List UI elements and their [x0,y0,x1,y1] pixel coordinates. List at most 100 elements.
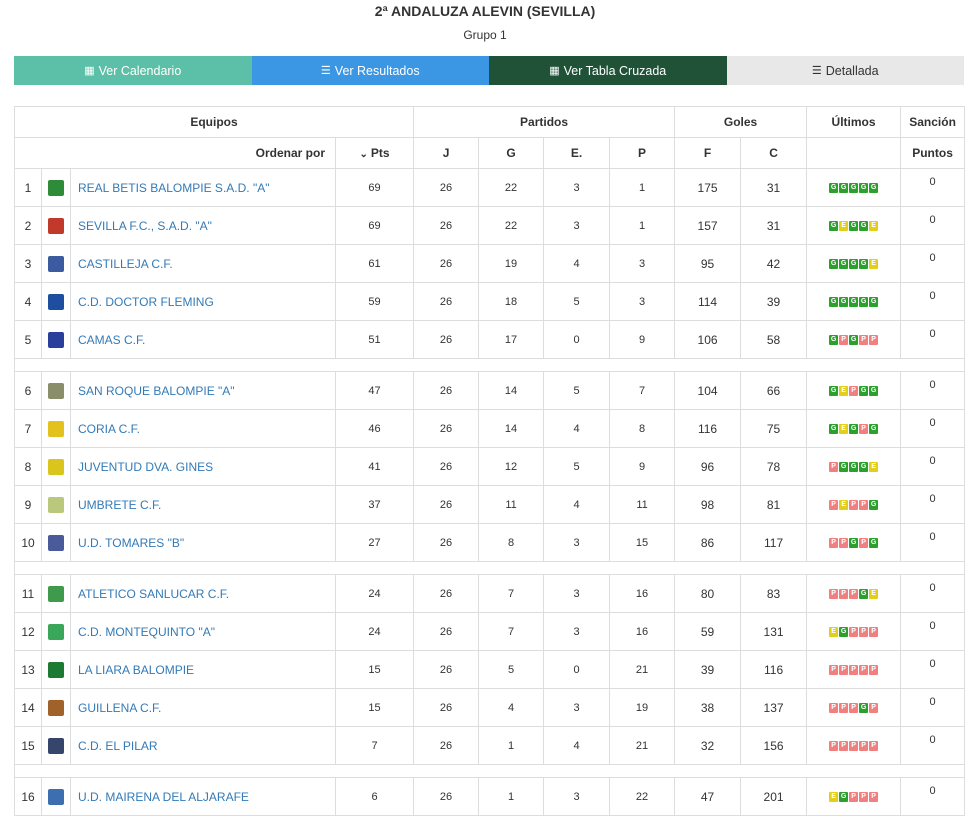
result-badge: G [829,385,839,396]
team-link[interactable]: U.D. TOMARES "B" [71,536,184,550]
result-badge: P [859,740,869,751]
team-link[interactable]: LA LIARA BALOMPIE [71,663,194,677]
c-cell: 75 [740,409,808,448]
form-cell: PGGGE [806,447,902,486]
table-row: 9 UMBRETE C.F. 37 26 11 4 11 98 81 P E P P G 0 [14,485,966,524]
p-cell: 16 [609,574,676,613]
team-link[interactable]: SEVILLA F.C., S.A.D. "A" [71,219,212,233]
last-results: PPPPP [807,664,900,675]
j-cell: 26 [413,371,480,410]
g-cell: 14 [478,409,545,448]
team-link[interactable]: CASTILLEJA C.F. [71,257,173,271]
team-link[interactable]: GUILLENA C.F. [71,701,161,715]
pts-cell: 59 [334,282,415,321]
detallada-button[interactable]: ☰ Detallada [726,56,964,85]
table-row: 6 SAN ROQUE BALOMPIE "A" 47 26 14 5 7 104 66 G E P G… [14,371,966,410]
j-cell: 26 [413,726,480,765]
g-cell: 11 [478,485,545,524]
result-badge: P [849,791,859,802]
crest-cell [41,282,71,321]
table-row: 3 CASTILLEJA C.F. 61 26 19 4 3 95 42 G G G G E 0 [14,244,966,283]
form-cell: PEPPG [806,485,902,524]
team-crest-icon [48,788,64,805]
result-badge: G [849,182,859,193]
team-link[interactable]: C.D. EL PILAR [71,739,158,753]
result-badge: G [849,220,859,231]
result-badge: G [829,334,839,345]
pts-cell: 41 [334,447,415,486]
result-badge: G [859,182,869,193]
f-cell: 175 [674,168,742,207]
result-badge: G [829,423,839,434]
sancion-cell: 0 [900,612,966,651]
result-badge: P [859,791,869,802]
ver-tabla-cruzada-button[interactable]: ▦ Ver Tabla Cruzada [489,56,727,85]
crest-cell [41,726,71,765]
table-row: 2 SEVILLA F.C., S.A.D. "A" 69 26 22 3 1 157 31 G E… [14,206,966,245]
pts-cell: 7 [334,726,415,765]
j-cell: 26 [413,206,480,245]
team-link[interactable]: CORIA C.F. [71,422,140,436]
f-cell: 98 [674,485,742,524]
header-c: C [740,137,808,169]
e-cell: 3 [543,206,611,245]
header-sancion: Sanción [900,106,966,138]
team-crest-icon [48,585,64,602]
team-link[interactable]: C.D. MONTEQUINTO "A" [71,625,215,639]
team-cell: REAL BETIS BALOMPIE S.A.D. "A" [70,168,336,207]
sancion-cell: 0 [900,688,966,727]
j-cell: 26 [413,244,480,283]
team-crest-icon [48,623,64,640]
j-cell: 26 [413,612,480,651]
result-badge: P [849,702,859,713]
p-cell: 11 [609,485,676,524]
ver-resultados-button[interactable]: ☰ Ver Resultados [251,56,489,85]
team-crest-icon [48,293,64,310]
g-cell: 1 [478,777,545,816]
team-link[interactable]: U.D. MAIRENA DEL ALJARAFE [71,790,249,804]
position-cell: 14 [14,688,42,727]
f-cell: 39 [674,650,742,689]
team-crest-icon [48,496,64,513]
last-results: GEPGG [807,385,900,396]
team-link[interactable]: C.D. DOCTOR FLEMING [71,295,214,309]
j-cell: 26 [413,409,480,448]
position-cell: 9 [14,485,42,524]
team-link[interactable]: SAN ROQUE BALOMPIE "A" [71,384,235,398]
crest-cell [41,650,71,689]
result-badge: G [859,220,869,231]
form-cell: PPPGP [806,688,902,727]
team-cell: CASTILLEJA C.F. [70,244,336,283]
g-cell: 1 [478,726,545,765]
p-cell: 9 [609,320,676,359]
p-cell: 3 [609,282,676,321]
pts-cell: 47 [334,371,415,410]
team-crest-icon [48,331,64,348]
team-link[interactable]: JUVENTUD DVA. GINES [71,460,213,474]
team-link[interactable]: ATLETICO SANLUCAR C.F. [71,587,229,601]
j-cell: 26 [413,574,480,613]
last-results: PPPGE [807,588,900,599]
team-cell: CAMAS C.F. [70,320,336,359]
sort-pts-header[interactable]: ⌄ Pts [334,137,415,169]
form-cell: GEPGG [806,371,902,410]
form-cell: GGGGE [806,244,902,283]
g-cell: 5 [478,650,545,689]
result-badge: P [859,537,869,548]
result-badge: G [829,220,839,231]
result-badge: G [859,296,869,307]
form-cell: GGGGG [806,168,902,207]
result-badge: E [839,220,849,231]
e-cell: 4 [543,244,611,283]
position-cell: 15 [14,726,42,765]
p-cell: 8 [609,409,676,448]
f-cell: 59 [674,612,742,651]
sancion-cell: 0 [900,574,966,613]
ver-calendario-button[interactable]: ▦ Ver Calendario [14,56,252,85]
team-link[interactable]: CAMAS C.F. [71,333,145,347]
position-cell: 3 [14,244,42,283]
crest-cell [41,447,71,486]
team-link[interactable]: REAL BETIS BALOMPIE S.A.D. "A" [71,181,269,195]
team-link[interactable]: UMBRETE C.F. [71,498,161,512]
header-g: G [478,137,545,169]
